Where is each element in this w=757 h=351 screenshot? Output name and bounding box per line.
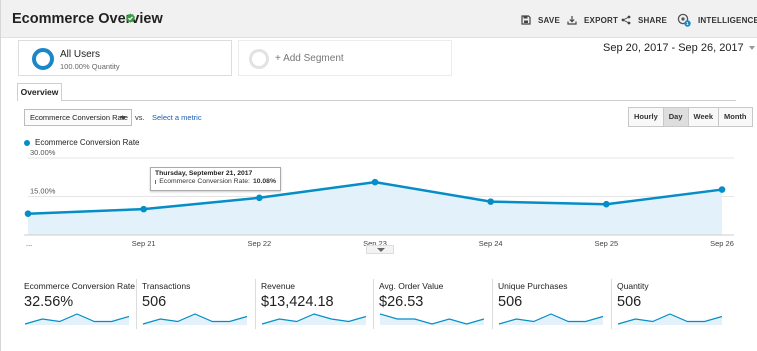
share-button[interactable]: SHARE: [621, 13, 667, 27]
scorecard[interactable]: Transactions 506: [136, 279, 254, 329]
segment-subtitle: 100.00% Quantity: [60, 62, 120, 71]
export-button[interactable]: EXPORT: [567, 13, 618, 27]
granularity-hourly[interactable]: Hourly: [628, 107, 664, 127]
granularity-toggle: Hourly Day Week Month: [628, 107, 753, 127]
vs-label: vs.: [135, 113, 145, 122]
empty-segment-ring-icon: [249, 49, 269, 69]
x-tick-label: Sep 26: [710, 239, 734, 248]
intelligence-icon: 1: [677, 13, 691, 27]
chevron-down-icon: [120, 116, 126, 120]
intelligence-label: INTELLIGENCE: [698, 15, 757, 25]
sparkline: [24, 313, 130, 325]
scorecard-label: Avg. Order Value: [379, 281, 444, 291]
scorecard-divider: [255, 279, 256, 329]
tab-overview[interactable]: Overview: [17, 83, 62, 101]
sparkline: [498, 313, 604, 325]
scorecard-label: Revenue: [261, 281, 296, 291]
scorecard[interactable]: Avg. Order Value $26.53: [373, 279, 491, 329]
add-segment-label: + Add Segment: [275, 53, 344, 64]
page-title: Ecommerce Overview: [12, 11, 163, 27]
save-label: SAVE: [538, 15, 560, 25]
export-label: EXPORT: [584, 15, 619, 25]
sparkline: [379, 313, 485, 325]
scorecard-value: 32.56%: [24, 294, 74, 310]
granularity-week[interactable]: Week: [687, 107, 719, 127]
scorecard-value: 506: [617, 294, 642, 310]
scorecard-value: $26.53: [379, 294, 424, 310]
data-point: [140, 205, 147, 213]
scorecard-label: Ecommerce Conversion Rate: [24, 281, 136, 291]
add-segment-button[interactable]: + Add Segment: [238, 40, 452, 76]
date-range-label: Sep 20, 2017 - Sep 26, 2017: [603, 42, 744, 54]
data-point: [24, 210, 32, 217]
tab-divider: [17, 100, 736, 101]
sparkline: [617, 313, 723, 325]
share-icon: [621, 15, 631, 25]
report-body: All Users 100.00% Quantity + Add Segment…: [1, 38, 757, 351]
scorecard-label: Quantity: [617, 281, 649, 291]
data-point: [487, 198, 494, 205]
verified-check-icon: [126, 13, 135, 23]
tooltip-date: Thursday, September 21, 2017: [155, 170, 253, 177]
save-button[interactable]: SAVE: [521, 13, 560, 27]
report-header: Ecommerce Overview SAVE EXPORT SHARE 1 I…: [1, 0, 757, 38]
granularity-month[interactable]: Month: [718, 107, 753, 127]
legend-label: Ecommerce Conversion Rate: [35, 138, 140, 147]
scorecard[interactable]: Revenue $13,424.18: [255, 279, 373, 329]
segment-ring-icon: [32, 48, 54, 70]
share-label: SHARE: [638, 15, 668, 25]
chevron-down-icon: [377, 248, 385, 252]
scorecard[interactable]: Unique Purchases 506: [492, 279, 610, 329]
x-tick-label: ...: [26, 239, 32, 248]
select-metric-link[interactable]: Select a metric: [152, 113, 202, 122]
scorecard[interactable]: Ecommerce Conversion Rate 32.56%: [24, 279, 136, 329]
collapse-chart-button[interactable]: [366, 245, 394, 254]
sparkline: [142, 313, 248, 325]
scorecard[interactable]: Quantity 506: [611, 279, 729, 329]
scorecard-label: Unique Purchases: [498, 281, 568, 291]
x-tick-label: Sep 22: [247, 239, 271, 248]
granularity-day[interactable]: Day: [662, 107, 689, 127]
data-point: [256, 194, 263, 202]
intelligence-badge: 1: [686, 21, 689, 26]
scorecard-divider: [492, 279, 493, 329]
scorecard-divider: [136, 279, 137, 329]
export-icon: [567, 16, 577, 25]
legend-swatch: [24, 139, 30, 146]
x-tick-label: Sep 25: [594, 239, 618, 248]
x-tick-label: Sep 21: [132, 239, 156, 248]
scorecard-value: 506: [142, 294, 167, 310]
report-page: Ecommerce Overview SAVE EXPORT SHARE 1 I…: [0, 0, 757, 351]
data-point: [371, 178, 379, 186]
sparkline: [261, 313, 367, 325]
segment-name: All Users: [60, 49, 101, 60]
scorecard-divider: [373, 279, 374, 329]
tooltip-metric: Ecommerce Conversion Rate:: [159, 178, 250, 185]
save-icon: [521, 15, 531, 25]
date-range-picker[interactable]: Sep 20, 2017 - Sep 26, 2017: [603, 42, 755, 54]
tooltip-swatch: [155, 179, 157, 184]
metric-select[interactable]: Ecommerce Conversion Rate: [24, 109, 132, 126]
scorecard-divider: [611, 279, 612, 329]
data-point: [718, 186, 726, 193]
chevron-down-icon: [748, 46, 755, 51]
scorecard-value: 506: [498, 294, 523, 310]
tooltip-value: 10.08%: [252, 178, 276, 185]
segment-all-users[interactable]: All Users 100.00% Quantity: [18, 40, 232, 76]
chart-legend: Ecommerce Conversion Rate: [24, 138, 139, 147]
data-point: [603, 200, 610, 208]
scorecard-label: Transactions: [142, 281, 191, 291]
scorecard-value: $13,424.18: [261, 294, 334, 310]
intelligence-button[interactable]: 1 INTELLIGENCE: [677, 13, 757, 27]
metric-select-value: Ecommerce Conversion Rate: [30, 113, 128, 122]
y-tick-label: 15.00%: [30, 187, 56, 196]
y-tick-label: 30.00%: [30, 148, 56, 157]
x-tick-label: Sep 24: [479, 239, 503, 248]
chart-tooltip: Thursday, September 21, 2017 Ecommerce C…: [150, 167, 281, 191]
